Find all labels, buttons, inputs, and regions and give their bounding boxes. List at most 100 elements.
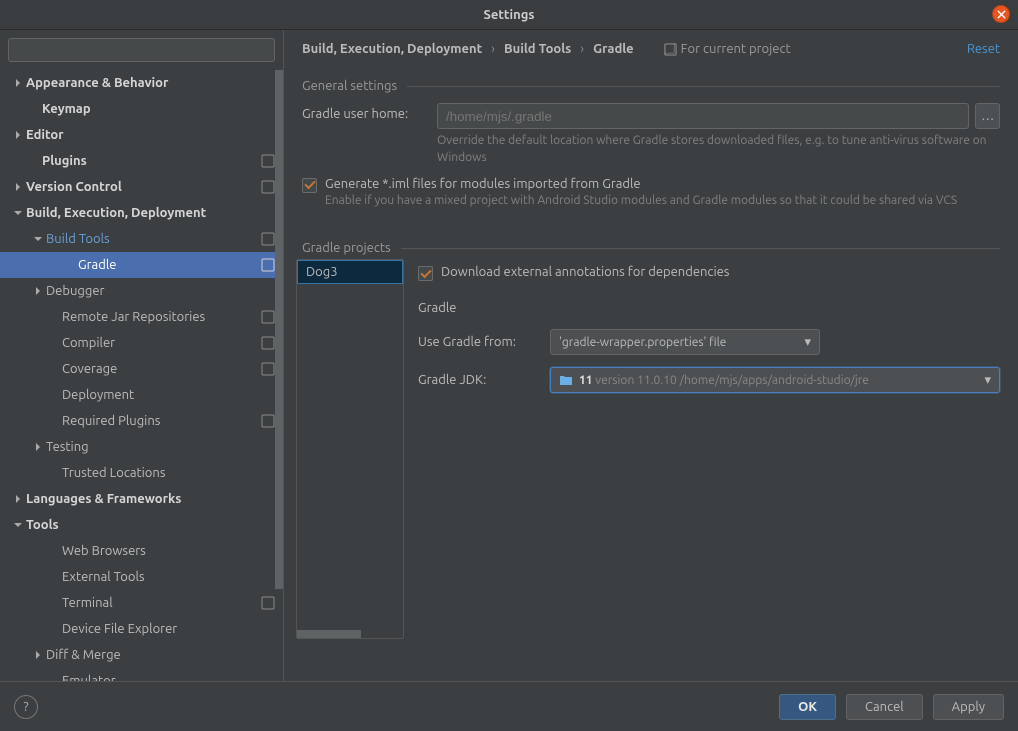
- user-home-input[interactable]: [437, 103, 969, 129]
- tree-item[interactable]: Compiler: [0, 330, 283, 356]
- jdk-combo[interactable]: 11 version 11.0.10 /home/mjs/apps/androi…: [550, 367, 1000, 393]
- search-container: [0, 30, 283, 66]
- projects-hscrollbar[interactable]: [297, 630, 403, 638]
- user-home-hint: Override the default location where Grad…: [437, 133, 1000, 167]
- tree-item[interactable]: Terminal: [0, 590, 283, 616]
- arrow-right-icon: [30, 443, 46, 451]
- tree-item[interactable]: Build, Execution, Deployment: [0, 200, 283, 226]
- tree-item-label: Gradle: [78, 258, 261, 272]
- button-bar: ? OK Cancel Apply: [0, 681, 1018, 731]
- tree-item[interactable]: Debugger: [0, 278, 283, 304]
- iml-hint: Enable if you have a mixed project with …: [325, 193, 957, 210]
- iml-checkbox[interactable]: [302, 178, 317, 193]
- arrow-right-icon: [10, 131, 26, 139]
- tree-item-label: Coverage: [62, 362, 261, 376]
- projects-list[interactable]: Dog3: [296, 259, 404, 639]
- breadcrumb-sep: ›: [485, 42, 501, 56]
- tree-item[interactable]: Editor: [0, 122, 283, 148]
- arrow-right-icon: [30, 287, 46, 295]
- reset-link[interactable]: Reset: [967, 42, 1000, 56]
- iml-label[interactable]: Generate *.iml files for modules importe…: [325, 177, 957, 191]
- tree-item[interactable]: Device File Explorer: [0, 616, 283, 642]
- projects-row: Dog3 Download external annotations for d…: [284, 255, 1018, 639]
- tree-item-label: Deployment: [62, 388, 275, 402]
- general-form: Gradle user home: … Override the default…: [284, 93, 1018, 229]
- tree-item-label: External Tools: [62, 570, 275, 584]
- tree-item-label: Compiler: [62, 336, 261, 350]
- tree-item-label: Tools: [26, 518, 275, 532]
- tree-item-label: Web Browsers: [62, 544, 275, 558]
- tree-item[interactable]: Trusted Locations: [0, 460, 283, 486]
- tree-item[interactable]: Deployment: [0, 382, 283, 408]
- arrow-right-icon: [30, 651, 46, 659]
- tree-item-label: Keymap: [42, 102, 275, 116]
- content: Build, Execution, Deployment › Build Too…: [284, 30, 1018, 681]
- tree-item[interactable]: Keymap: [0, 96, 283, 122]
- breadcrumb-c2[interactable]: Build Tools: [504, 42, 571, 56]
- projects-title: Gradle projects: [302, 241, 391, 255]
- tree-item-label: Plugins: [42, 154, 261, 168]
- folder-icon: [559, 374, 573, 386]
- project-scope-icon: [261, 310, 275, 324]
- tree-item-label: Debugger: [46, 284, 275, 298]
- tree-item-label: Terminal: [62, 596, 261, 610]
- close-icon: [997, 10, 1006, 19]
- sidebar-scrollbar[interactable]: [275, 70, 283, 681]
- tree-item-label: Version Control: [26, 180, 261, 194]
- breadcrumb: Build, Execution, Deployment › Build Too…: [302, 42, 634, 56]
- tree-item[interactable]: Testing: [0, 434, 283, 460]
- breadcrumb-c1[interactable]: Build, Execution, Deployment: [302, 42, 482, 56]
- use-from-combo[interactable]: 'gradle-wrapper.properties' file ▾: [550, 329, 820, 355]
- tree-item[interactable]: Version Control: [0, 174, 283, 200]
- download-annotations-checkbox[interactable]: [418, 266, 433, 281]
- tree-item-label: Editor: [26, 128, 275, 142]
- window-title: Settings: [483, 8, 534, 22]
- titlebar: Settings: [0, 0, 1018, 30]
- project-scope-icon: [261, 232, 275, 246]
- arrow-down-icon: [10, 521, 26, 529]
- settings-tree[interactable]: Appearance & Behavior Keymap Editor Plugins…: [0, 66, 283, 681]
- tree-item[interactable]: Gradle: [0, 252, 283, 278]
- tree-item[interactable]: Appearance & Behavior: [0, 70, 283, 96]
- tree-item-label: Languages & Frameworks: [26, 492, 275, 506]
- help-button[interactable]: ?: [14, 695, 38, 719]
- ok-button[interactable]: OK: [779, 694, 836, 720]
- tree-item[interactable]: Plugins: [0, 148, 283, 174]
- project-scope-icon: [261, 180, 275, 194]
- search-input[interactable]: [8, 38, 275, 62]
- tree-item-label: Diff & Merge: [46, 648, 275, 662]
- arrow-down-icon: [10, 209, 26, 217]
- tree-item[interactable]: Coverage: [0, 356, 283, 382]
- tree-item[interactable]: External Tools: [0, 564, 283, 590]
- tree-item[interactable]: Tools: [0, 512, 283, 538]
- download-annotations-label[interactable]: Download external annotations for depend…: [441, 265, 729, 279]
- tree-item-label: Appearance & Behavior: [26, 76, 275, 90]
- tree-item[interactable]: Diff & Merge: [0, 642, 283, 668]
- browse-button[interactable]: …: [975, 103, 1000, 129]
- general-title: General settings: [302, 79, 397, 93]
- for-current-project: For current project: [664, 42, 791, 56]
- tree-item-label: Required Plugins: [62, 414, 261, 428]
- apply-button[interactable]: Apply: [933, 694, 1004, 720]
- cancel-button[interactable]: Cancel: [846, 694, 923, 720]
- project-icon: [664, 43, 677, 56]
- jdk-value: 11 version 11.0.10 /home/mjs/apps/androi…: [579, 374, 978, 387]
- arrow-right-icon: [10, 183, 26, 191]
- for-project-label: For current project: [681, 42, 791, 56]
- tree-item[interactable]: Remote Jar Repositories: [0, 304, 283, 330]
- tree-item[interactable]: Build Tools: [0, 226, 283, 252]
- tree-item-label: Emulator: [62, 674, 275, 681]
- tree-item[interactable]: Web Browsers: [0, 538, 283, 564]
- project-scope-icon: [261, 362, 275, 376]
- project-scope-icon: [261, 154, 275, 168]
- arrow-down-icon: [30, 235, 46, 243]
- use-from-label: Use Gradle from:: [418, 335, 540, 349]
- project-item[interactable]: Dog3: [297, 260, 403, 284]
- arrow-right-icon: [10, 495, 26, 503]
- tree-item[interactable]: Required Plugins: [0, 408, 283, 434]
- tree-item[interactable]: Emulator: [0, 668, 283, 681]
- use-from-value: 'gradle-wrapper.properties' file: [559, 336, 798, 349]
- project-scope-icon: [261, 414, 275, 428]
- tree-item[interactable]: Languages & Frameworks: [0, 486, 283, 512]
- close-button[interactable]: [992, 5, 1010, 23]
